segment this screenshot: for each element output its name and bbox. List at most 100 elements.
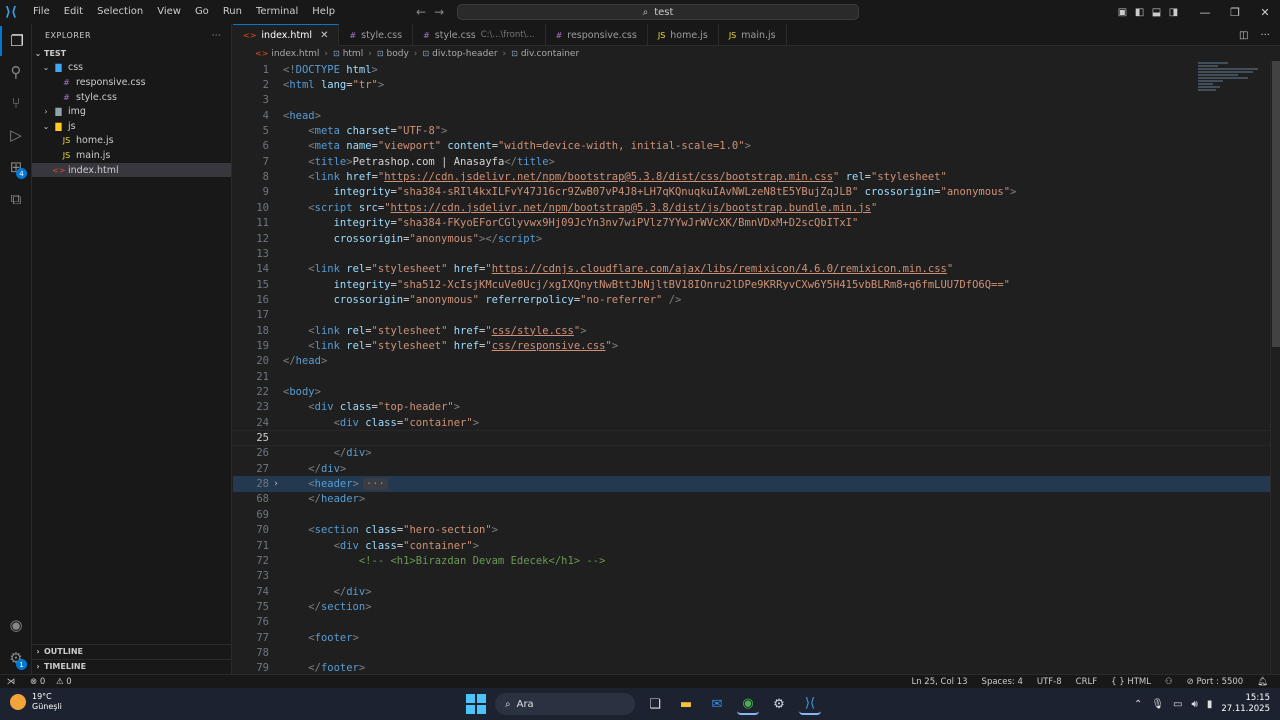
copilot-icon[interactable]: ⚇	[1165, 677, 1173, 687]
code-line[interactable]: 70 <section class="hero-section">	[233, 523, 1280, 538]
code-line[interactable]: 2 <html lang="tr">	[233, 77, 1280, 92]
vscode-taskbar-icon[interactable]: ⟩⟨	[799, 693, 821, 715]
microphone-icon[interactable]: 🎙︎	[1151, 699, 1164, 710]
tree-item[interactable]: › ▇ img	[32, 104, 231, 119]
tab-html[interactable]: <> index.html ✕	[233, 24, 340, 46]
command-center-search[interactable]: ⌕ test	[457, 4, 859, 20]
tab-js[interactable]: JS home.js	[648, 24, 719, 46]
remote-indicator-icon[interactable]: ⋊	[0, 677, 22, 687]
code-line[interactable]: 72 <!-- <h1>Birazdan Devam Edecek</h1> -…	[233, 553, 1280, 568]
code-line[interactable]: 15 integrity="sha512-XcIsjKMcuVe0Ucj/xgI…	[233, 277, 1280, 292]
manage-gear-icon[interactable]: ⚙ 1	[0, 643, 32, 673]
code-line[interactable]: 24 <div class="container">	[233, 415, 1280, 430]
remote-explorer-icon[interactable]: ⧉	[0, 184, 32, 214]
code-line[interactable]: 13	[233, 246, 1280, 261]
language-mode[interactable]: { } HTML	[1111, 677, 1151, 687]
weather-widget[interactable]: 19°C Güneşli	[10, 692, 62, 712]
tree-item[interactable]: <> index.html	[32, 162, 231, 178]
toggle-panel-icon[interactable]: ⬓	[1148, 7, 1165, 18]
code-line[interactable]: 6 <meta name="viewport" content="width=d…	[233, 139, 1280, 154]
vertical-scrollbar[interactable]	[1270, 61, 1280, 674]
encoding[interactable]: UTF-8	[1037, 677, 1062, 687]
steam-icon[interactable]: ⚙	[768, 693, 790, 715]
chrome-icon[interactable]: ◉	[737, 693, 759, 715]
code-line[interactable]: 9 integrity="sha384-sRIl4kxILFvY47J16cr9…	[233, 185, 1280, 200]
code-line[interactable]: 69	[233, 507, 1280, 522]
breadcrumb-item[interactable]: div.top-header	[432, 49, 497, 59]
indentation[interactable]: Spaces: 4	[982, 677, 1023, 687]
battery-icon[interactable]: ▮	[1207, 699, 1213, 710]
tab-css[interactable]: # style.css C:\...\front\...	[413, 24, 546, 46]
explorer-icon[interactable]: ❐	[0, 26, 32, 56]
errors-indicator[interactable]: ⊗ 0 ⚠ 0	[30, 677, 80, 687]
code-line[interactable]: 5 <meta charset="UTF-8">	[233, 123, 1280, 138]
menu-help[interactable]: Help	[305, 0, 342, 24]
code-line[interactable]: 19 <link rel="stylesheet" href="css/resp…	[233, 338, 1280, 353]
code-line[interactable]: 23 <div class="top-header">	[233, 400, 1280, 415]
code-line[interactable]: 3	[233, 93, 1280, 108]
code-line[interactable]: 27 </div>	[233, 461, 1280, 476]
code-line[interactable]: 18 <link rel="stylesheet" href="css/styl…	[233, 323, 1280, 338]
code-editor[interactable]: 1 <!DOCTYPE html> 2 <html lang="tr"> 3 4 <head…	[233, 61, 1280, 674]
menu-run[interactable]: Run	[216, 0, 249, 24]
code-line[interactable]: 76	[233, 615, 1280, 630]
toggle-sidebar-icon[interactable]: ◧	[1131, 7, 1148, 18]
forward-arrow-icon[interactable]: →	[434, 5, 444, 19]
tree-item[interactable]: ⌄ ▇ js	[32, 119, 231, 134]
close-tab-icon[interactable]: ✕	[320, 30, 328, 41]
code-line[interactable]: 14 <link rel="stylesheet" href="https://…	[233, 262, 1280, 277]
tree-item[interactable]: ⌄ ▇ css	[32, 61, 231, 76]
code-line[interactable]: 8 <link href="https://cdn.jsdelivr.net/n…	[233, 169, 1280, 184]
source-control-icon[interactable]: ⑂	[0, 88, 32, 118]
breadcrumb-item[interactable]: html	[343, 49, 364, 59]
workspace-root[interactable]: ⌄ TEST	[32, 46, 231, 61]
menu-file[interactable]: File	[26, 0, 57, 24]
windows-start-icon[interactable]	[466, 694, 486, 714]
network-icon[interactable]: ▭	[1173, 699, 1182, 710]
taskbar-search[interactable]: ⌕ Ara	[495, 693, 635, 715]
tree-item[interactable]: # responsive.css	[32, 75, 231, 90]
extensions-icon[interactable]: ⊞ 4	[0, 152, 32, 182]
code-line[interactable]: 7 <title>Petrashop.com | Anasayfa</title…	[233, 154, 1280, 169]
back-arrow-icon[interactable]: ←	[416, 5, 426, 19]
code-line[interactable]: 25	[233, 430, 1280, 446]
minimap[interactable]	[1198, 61, 1268, 131]
menu-view[interactable]: View	[150, 0, 188, 24]
menu-selection[interactable]: Selection	[90, 0, 150, 24]
code-line[interactable]: 28 › <header> ···	[233, 476, 1280, 492]
tree-item[interactable]: # style.css	[32, 90, 231, 105]
code-line[interactable]: 1 <!DOCTYPE html>	[233, 62, 1280, 77]
tab-css[interactable]: # style.css	[339, 24, 414, 46]
code-line[interactable]: 68 </header>	[233, 492, 1280, 507]
tree-item[interactable]: JS main.js	[32, 148, 231, 163]
task-view-icon[interactable]: ❏	[644, 693, 666, 715]
end-of-line[interactable]: CRLF	[1076, 677, 1097, 687]
code-line[interactable]: 78	[233, 645, 1280, 660]
cursor-position[interactable]: Ln 25, Col 13	[911, 677, 967, 687]
timeline-section[interactable]: › TIMELINE	[32, 659, 232, 673]
tab-js[interactable]: JS main.js	[719, 24, 787, 46]
breadcrumb-item[interactable]: div.container	[521, 49, 579, 59]
more-actions-icon[interactable]: ···	[1260, 30, 1270, 41]
code-line[interactable]: 12 crossorigin="anonymous"></script>	[233, 231, 1280, 246]
account-icon[interactable]: ◉	[0, 610, 32, 640]
code-line[interactable]: 79 </footer>	[233, 661, 1280, 674]
volume-icon[interactable]: 🔊︎	[1192, 699, 1198, 710]
tab-css[interactable]: # responsive.css	[546, 24, 648, 46]
live-server-port[interactable]: ⊘ Port : 5500	[1187, 677, 1244, 687]
menu-go[interactable]: Go	[188, 0, 216, 24]
outline-section[interactable]: › OUTLINE	[32, 644, 232, 658]
code-line[interactable]: 77 <footer>	[233, 630, 1280, 645]
customize-layout-icon[interactable]: ▣	[1114, 7, 1131, 18]
scrollbar-thumb[interactable]	[1272, 61, 1280, 347]
code-line[interactable]: 26 </div>	[233, 446, 1280, 461]
code-line[interactable]: 21	[233, 369, 1280, 384]
notifications-bell-icon[interactable]: 🔔︎	[1257, 677, 1268, 687]
code-line[interactable]: 74 </div>	[233, 584, 1280, 599]
code-line[interactable]: 4 <head>	[233, 108, 1280, 123]
code-line[interactable]: 75 </section>	[233, 599, 1280, 614]
code-line[interactable]: 16 crossorigin="anonymous" referrerpolic…	[233, 292, 1280, 307]
show-hidden-icons-icon[interactable]: ⌃	[1134, 699, 1142, 710]
breadcrumb-item[interactable]: index.html	[271, 49, 319, 59]
code-line[interactable]: 20 </head>	[233, 354, 1280, 369]
